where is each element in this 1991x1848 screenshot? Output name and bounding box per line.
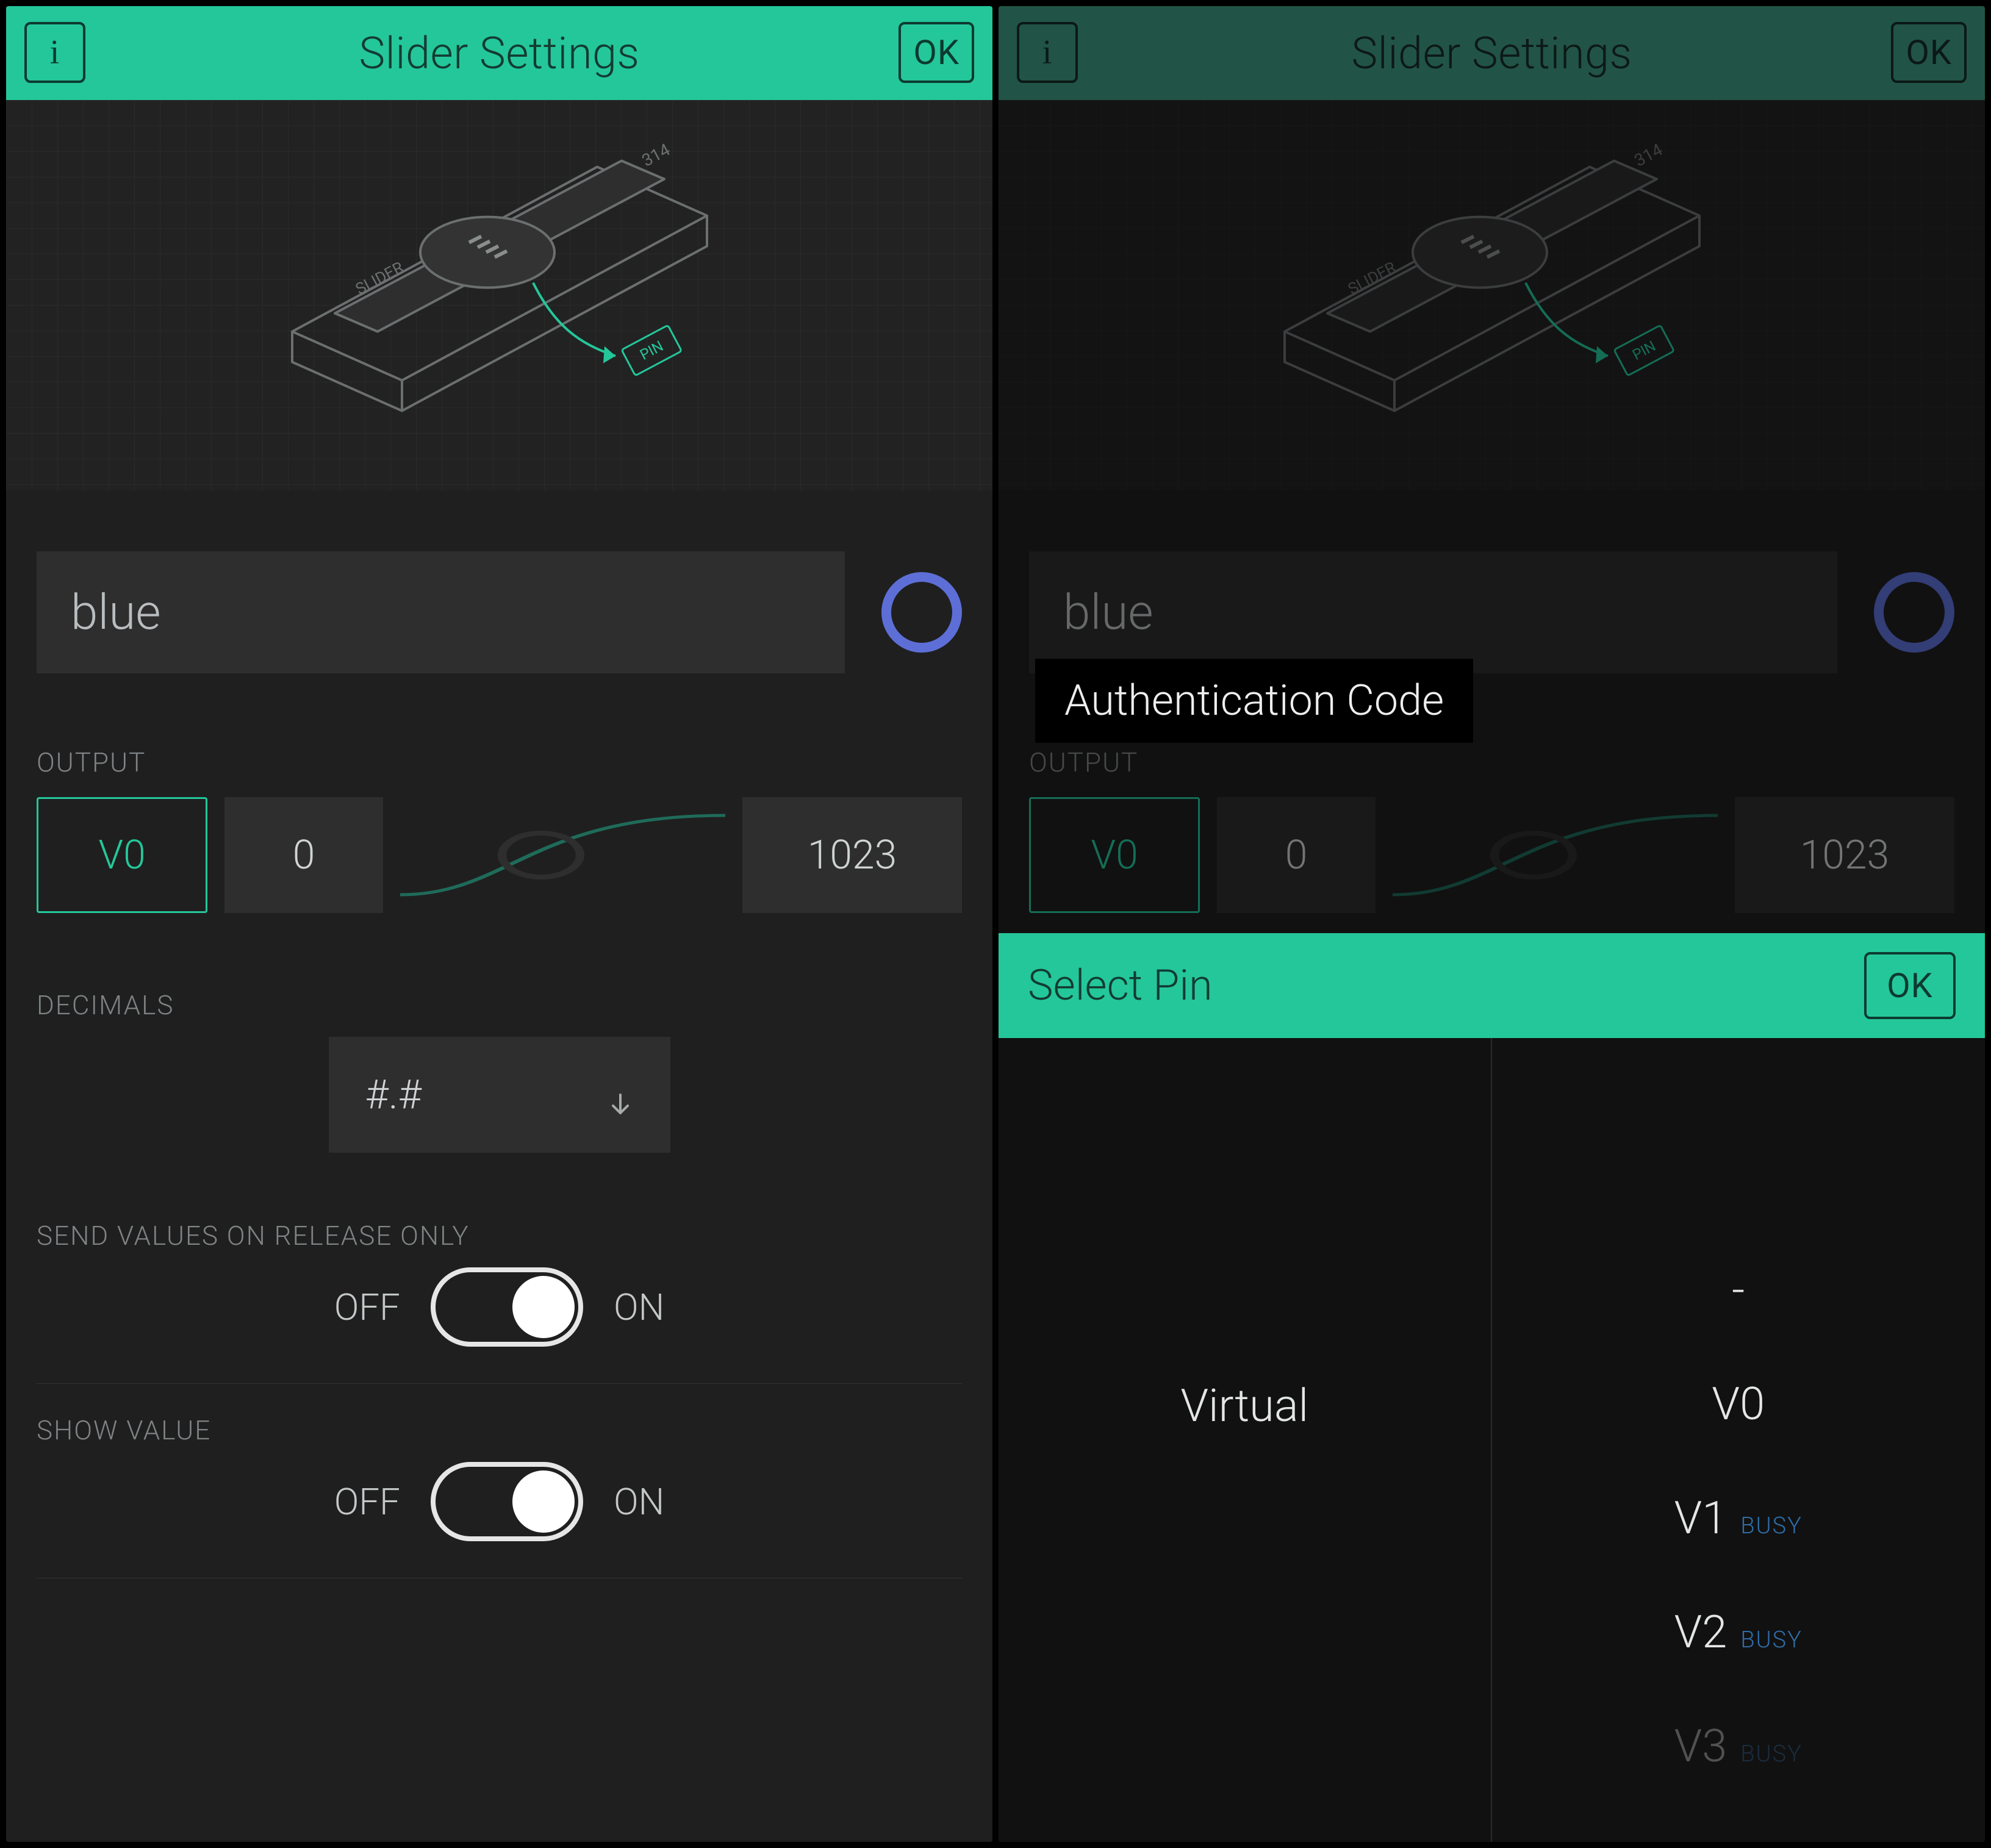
- select-pin-body: Virtual - V0 V1 BUSY V2: [999, 1038, 1985, 1842]
- toggle-on-label: ON: [614, 1286, 664, 1329]
- header-bar: i Slider Settings OK: [999, 6, 1985, 100]
- header-bar: i Slider Settings OK: [6, 6, 992, 100]
- output-min-input[interactable]: 0: [224, 797, 383, 913]
- output-curve-icon: [400, 797, 725, 913]
- select-pin-overlay: Select Pin OK Virtual - V0: [999, 933, 1985, 1842]
- chevron-down-icon: [607, 1081, 634, 1108]
- ok-button[interactable]: OK: [899, 22, 974, 83]
- toggle-on-label: ON: [614, 1480, 664, 1524]
- pin-category-item[interactable]: Virtual: [1180, 1380, 1308, 1433]
- output-curve-icon: [1393, 797, 1718, 913]
- settings-body: blue OUTPUT V0 0 102: [6, 490, 992, 1842]
- output-row: V0 0 1023: [1029, 794, 1954, 916]
- output-min-input[interactable]: 0: [1217, 797, 1376, 913]
- toggle-off-label: OFF: [334, 1286, 400, 1329]
- select-pin-category-column[interactable]: Virtual: [999, 1038, 1492, 1842]
- toggle-knob: [512, 1276, 575, 1338]
- slider-settings-panel-right: i Slider Settings OK: [999, 6, 1985, 1842]
- select-pin-ok-button[interactable]: OK: [1864, 952, 1956, 1019]
- pin-busy-badge: BUSY: [1740, 1627, 1803, 1653]
- decimals-selector[interactable]: #.#: [329, 1037, 670, 1153]
- slider-illustration: SLIDER 314 PIN: [999, 100, 1985, 490]
- output-section-label: OUTPUT: [37, 747, 962, 778]
- pin-option[interactable]: V0: [1712, 1378, 1765, 1431]
- slider-settings-panel-left: i Slider Settings OK: [6, 6, 992, 1842]
- output-row: V0 0 1023: [37, 794, 962, 916]
- pin-busy-badge: BUSY: [1740, 1513, 1803, 1539]
- auth-code-tooltip: Authentication Code: [1035, 659, 1473, 743]
- toggle-knob: [512, 1470, 575, 1533]
- toggle-off-label: OFF: [334, 1480, 400, 1524]
- color-picker-ring[interactable]: [1874, 572, 1954, 653]
- decimals-section-label: DECIMALS: [37, 989, 962, 1021]
- page-title: Slider Settings: [359, 27, 639, 79]
- info-button[interactable]: i: [24, 22, 85, 83]
- select-pin-options-column[interactable]: - V0 V1 BUSY V2 BUSY V3 BUSY: [1492, 1038, 1986, 1842]
- illus-top-number: 314: [638, 139, 673, 170]
- output-max-input[interactable]: 1023: [1735, 797, 1954, 913]
- info-icon: i: [50, 33, 60, 72]
- illus-pin-tag: PIN: [637, 337, 665, 364]
- output-max-input[interactable]: 1023: [742, 797, 962, 913]
- select-pin-header: Select Pin OK: [999, 933, 1985, 1038]
- send-on-release-toggle[interactable]: [431, 1267, 583, 1347]
- page-title: Slider Settings: [1351, 27, 1632, 79]
- output-section-label: OUTPUT: [1029, 747, 1954, 778]
- pin-busy-badge: BUSY: [1740, 1741, 1803, 1767]
- ok-button[interactable]: OK: [1891, 22, 1967, 83]
- output-pin-selector[interactable]: V0: [1029, 797, 1200, 913]
- send-on-release-label: SEND VALUES ON RELEASE ONLY: [37, 1220, 962, 1252]
- show-value-row: OFF ON: [37, 1462, 962, 1578]
- send-on-release-row: OFF ON: [37, 1267, 962, 1384]
- pin-option[interactable]: V2 BUSY: [1674, 1606, 1803, 1659]
- pin-option[interactable]: -: [1732, 1264, 1745, 1317]
- color-picker-ring[interactable]: [881, 572, 962, 653]
- slider-illustration: SLIDER 314 PIN: [6, 100, 992, 490]
- show-value-toggle[interactable]: [431, 1462, 583, 1541]
- select-pin-title: Select Pin: [1028, 961, 1213, 1011]
- widget-name-input[interactable]: blue: [37, 551, 845, 673]
- show-value-label: SHOW VALUE: [37, 1414, 962, 1446]
- output-pin-selector[interactable]: V0: [37, 797, 207, 913]
- widget-name-input[interactable]: blue: [1029, 551, 1837, 673]
- illus-pin-tag: PIN: [1629, 337, 1658, 364]
- pin-option[interactable]: V1 BUSY: [1674, 1492, 1803, 1545]
- info-button[interactable]: i: [1017, 22, 1078, 83]
- info-icon: i: [1042, 33, 1053, 72]
- pin-option[interactable]: V3 BUSY: [1674, 1720, 1803, 1773]
- illus-top-number: 314: [1630, 139, 1665, 170]
